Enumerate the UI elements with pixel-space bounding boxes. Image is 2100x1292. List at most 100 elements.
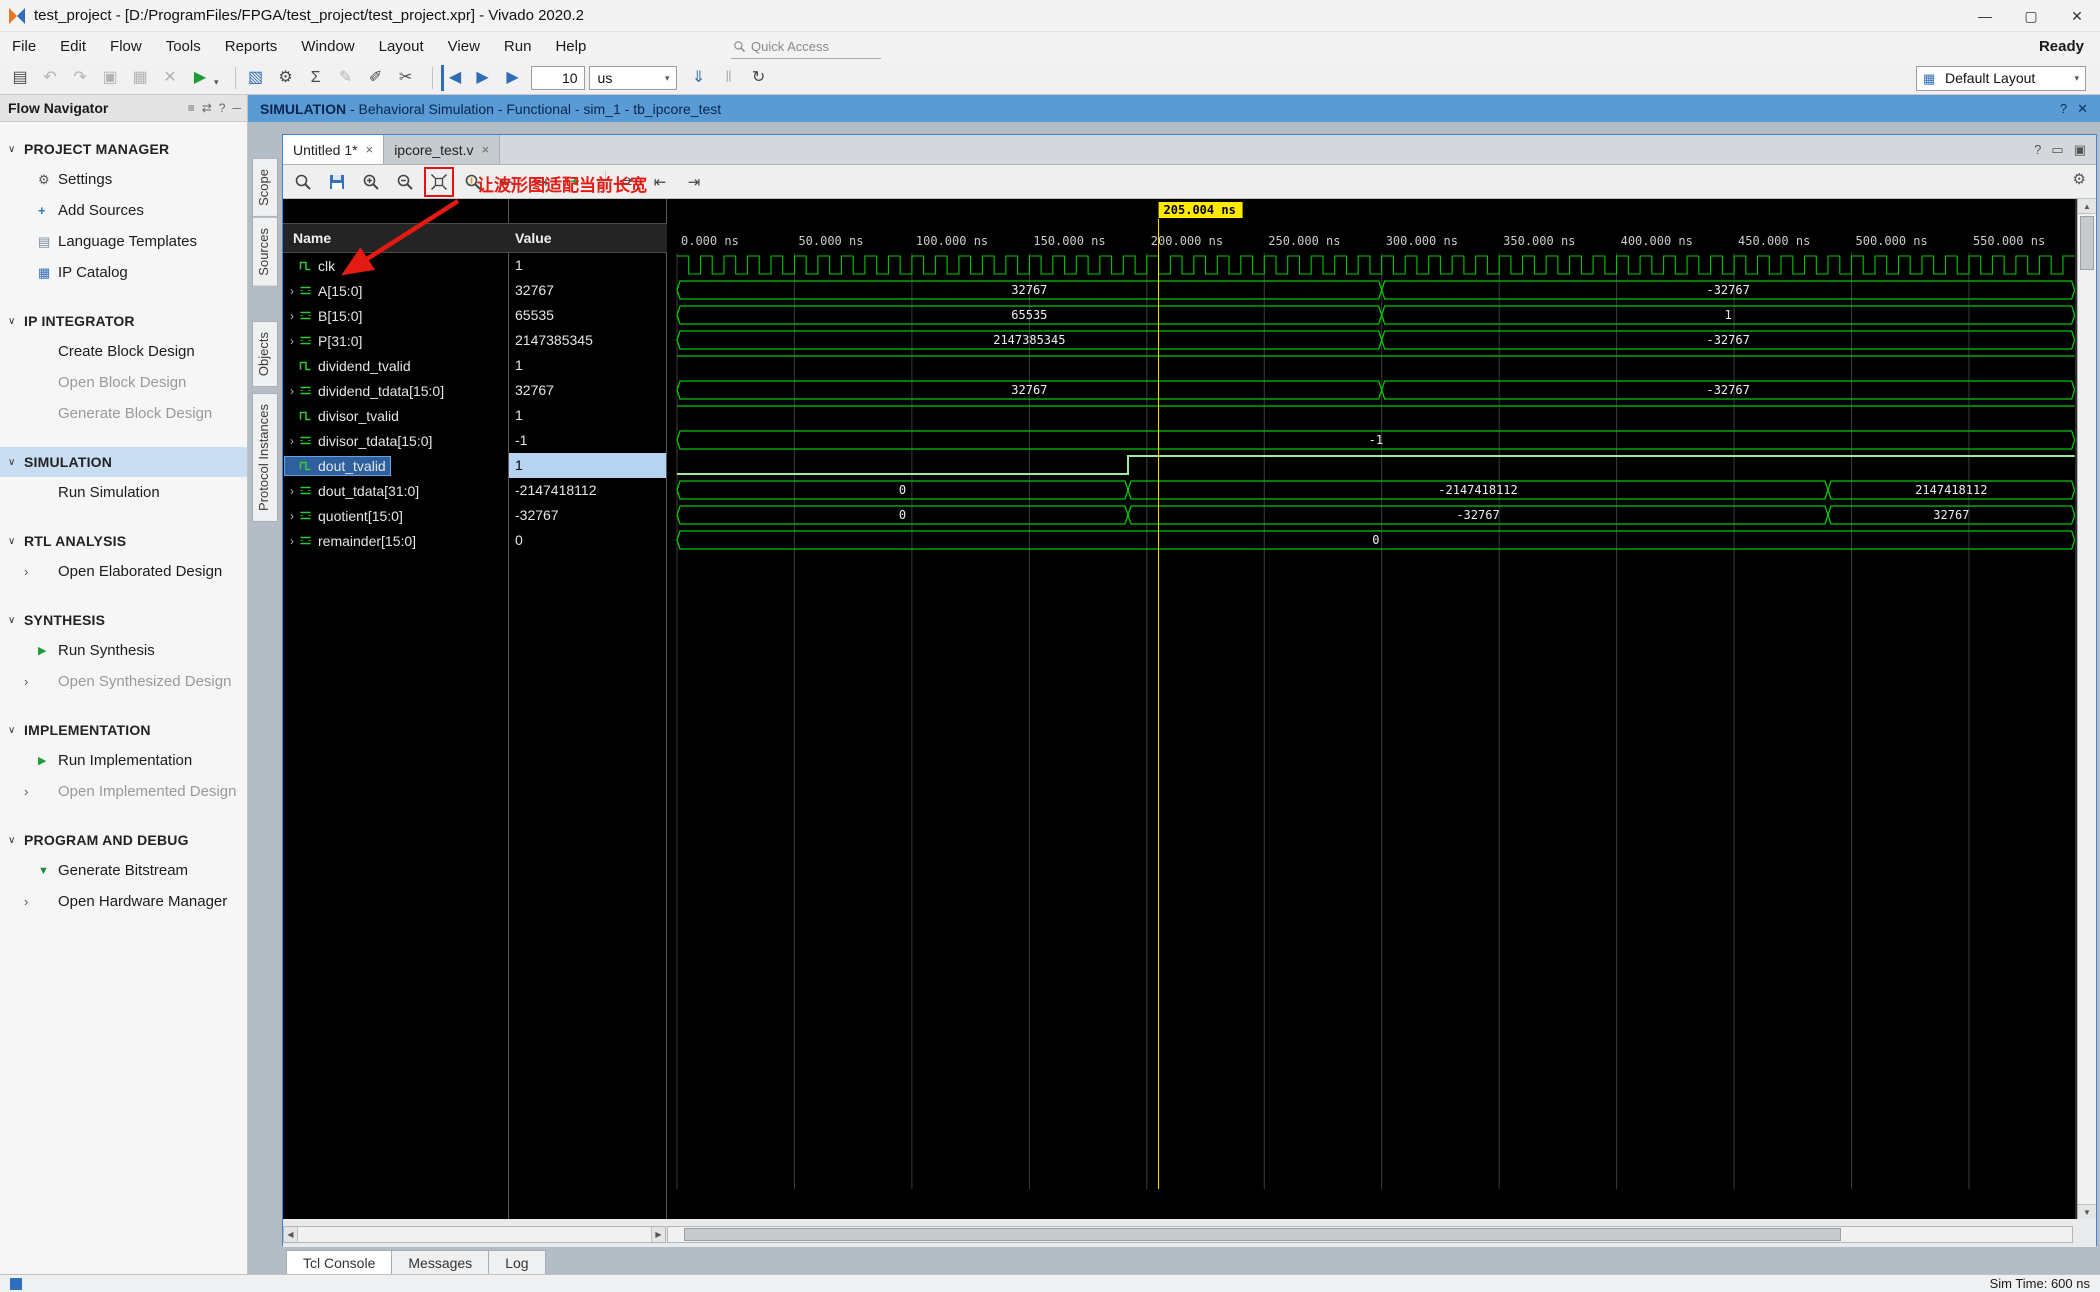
side-tab-scope[interactable]: Scope bbox=[252, 158, 278, 217]
goto-next-transition-button[interactable]: ⇥ bbox=[529, 170, 553, 194]
close-icon[interactable]: × bbox=[482, 142, 490, 157]
tab-log[interactable]: Log bbox=[489, 1250, 546, 1276]
report-button[interactable]: ▧ bbox=[244, 65, 268, 91]
copy-button[interactable]: ▣ bbox=[98, 65, 122, 91]
chevron-right-icon[interactable]: › bbox=[285, 309, 299, 323]
wave-canvas[interactable]: 0.000 ns 50.000 ns 100.000 ns 150.000 ns 200… bbox=[667, 199, 2075, 1189]
menu-reports[interactable]: Reports bbox=[213, 32, 290, 62]
nav-item-create-block-design[interactable]: Create Block Design bbox=[0, 336, 247, 367]
menu-window[interactable]: Window bbox=[289, 32, 366, 62]
quick-access-search[interactable]: Quick Access bbox=[731, 35, 881, 59]
names-horizontal-scrollbar[interactable]: ◀ ▶ bbox=[283, 1226, 666, 1243]
sum-button[interactable]: Σ bbox=[304, 65, 328, 91]
settings-gear-icon[interactable]: ⚙ bbox=[274, 65, 298, 91]
nav-section-program-and-debug[interactable]: ∨ PROGRAM AND DEBUG bbox=[0, 825, 247, 855]
save-wave-config-button[interactable] bbox=[325, 170, 349, 194]
swap-cursors-button[interactable]: ⇄ bbox=[614, 170, 638, 194]
menu-view[interactable]: View bbox=[436, 32, 492, 62]
goto-end-button[interactable]: ⇥ bbox=[682, 170, 706, 194]
scrollbar-thumb[interactable] bbox=[2080, 216, 2094, 270]
nav-item-open-elaborated-design[interactable]: › Open Elaborated Design bbox=[0, 556, 247, 587]
wave-vertical-scrollbar[interactable]: ▲ ▼ bbox=[2077, 199, 2096, 1219]
nav-section-project-manager[interactable]: ∨ PROJECT MANAGER bbox=[0, 134, 247, 164]
goto-prev-transition-button[interactable]: ⇤ bbox=[495, 170, 519, 194]
scroll-down-icon[interactable]: ▼ bbox=[2078, 1204, 2096, 1219]
chevron-right-icon[interactable]: › bbox=[285, 484, 299, 498]
scroll-right-icon[interactable]: ▶ bbox=[651, 1227, 665, 1242]
context-help-icon[interactable]: ? bbox=[2060, 101, 2067, 117]
chevron-right-icon[interactable]: › bbox=[285, 534, 299, 548]
tab-untitled-1[interactable]: Untitled 1* × bbox=[283, 135, 385, 164]
chevron-right-icon[interactable]: › bbox=[285, 434, 299, 448]
signal-row-b-15-0[interactable]: › B[15:0] 65535 bbox=[283, 303, 667, 328]
minimize-icon[interactable]: — bbox=[1962, 0, 2008, 32]
signal-row-dividend-tdata-15-0[interactable]: › dividend_tdata[15:0] 32767 bbox=[283, 378, 667, 403]
nav-help-icon[interactable]: ? bbox=[219, 101, 226, 115]
close-icon[interactable]: × bbox=[366, 142, 374, 157]
chevron-right-icon[interactable]: › bbox=[285, 334, 299, 348]
nav-item-run-simulation[interactable]: Run Simulation bbox=[0, 477, 247, 508]
zoom-in-button[interactable] bbox=[359, 170, 383, 194]
nav-item-run-implementation[interactable]: ▶ Run Implementation bbox=[0, 745, 247, 776]
sim-pause-button[interactable]: ‖ bbox=[717, 65, 741, 91]
signal-row-remainder-15-0[interactable]: › remainder[15:0] 0 bbox=[283, 528, 667, 553]
open-recent-button[interactable]: ▤ bbox=[8, 65, 32, 91]
signal-row-dividend-tvalid[interactable]: dividend_tvalid 1 bbox=[283, 353, 667, 378]
run-flow-button[interactable]: ▶ bbox=[188, 65, 212, 91]
zoom-fit-button[interactable] bbox=[424, 166, 454, 197]
menu-run[interactable]: Run bbox=[492, 32, 544, 62]
close-icon[interactable]: ✕ bbox=[2054, 0, 2100, 32]
nav-item-run-synthesis[interactable]: ▶ Run Synthesis bbox=[0, 635, 247, 666]
zoom-to-cursor-button[interactable] bbox=[461, 170, 485, 194]
side-tab-sources[interactable]: Sources bbox=[252, 216, 278, 287]
nav-menu-icon[interactable]: ≡ bbox=[188, 101, 195, 115]
nav-item-generate-block-design[interactable]: Generate Block Design bbox=[0, 398, 247, 429]
nav-item-settings[interactable]: ⚙ Settings bbox=[0, 164, 247, 195]
nav-section-ip-integrator[interactable]: ∨ IP INTEGRATOR bbox=[0, 306, 247, 336]
nav-item-generate-bitstream[interactable]: ▼ Generate Bitstream bbox=[0, 855, 247, 886]
nav-section-synthesis[interactable]: ∨ SYNTHESIS bbox=[0, 605, 247, 635]
sim-time-input[interactable]: 10 bbox=[530, 66, 585, 90]
scroll-up-icon[interactable]: ▲ bbox=[2078, 199, 2096, 214]
tab-float-icon[interactable]: ▭ bbox=[2051, 142, 2063, 158]
sim-time-unit-select[interactable]: us ▾ bbox=[588, 66, 677, 90]
delete-button[interactable]: ✕ bbox=[158, 65, 182, 91]
sim-run-for-time-button[interactable]: ▶ bbox=[501, 65, 525, 91]
menu-file[interactable]: File bbox=[0, 32, 48, 62]
zoom-out-button[interactable] bbox=[393, 170, 417, 194]
tab-help-icon[interactable]: ? bbox=[2034, 142, 2041, 157]
layout-select[interactable]: ▦ Default Layout ▾ bbox=[1916, 66, 2086, 91]
nav-item-add-sources[interactable]: + Add Sources bbox=[0, 195, 247, 226]
tab-messages[interactable]: Messages bbox=[392, 1250, 490, 1276]
scrollbar-thumb[interactable] bbox=[684, 1228, 1841, 1241]
add-signal-button[interactable]: + bbox=[563, 170, 587, 194]
chevron-right-icon[interactable]: › bbox=[285, 284, 299, 298]
menu-flow[interactable]: Flow bbox=[98, 32, 154, 62]
nav-item-open-block-design[interactable]: Open Block Design bbox=[0, 367, 247, 398]
signal-row-divisor-tvalid[interactable]: divisor_tvalid 1 bbox=[283, 403, 667, 428]
cut-button[interactable]: ✂ bbox=[394, 65, 418, 91]
side-tab-objects[interactable]: Objects bbox=[252, 320, 278, 387]
maximize-icon[interactable]: ▢ bbox=[2008, 0, 2054, 32]
sim-restart-button[interactable]: ◀ bbox=[440, 65, 465, 91]
goto-start-button[interactable]: ⇤ bbox=[648, 170, 672, 194]
signal-row-quotient-15-0[interactable]: › quotient[15:0] -32767 bbox=[283, 503, 667, 528]
signal-row-a-15-0[interactable]: › A[15:0] 32767 bbox=[283, 278, 667, 303]
nav-section-simulation[interactable]: ∨ SIMULATION bbox=[0, 447, 247, 477]
nav-section-rtl-analysis[interactable]: ∨ RTL ANALYSIS bbox=[0, 526, 247, 556]
edit-alt-button[interactable]: ✐ bbox=[364, 65, 388, 91]
context-close-icon[interactable]: ✕ bbox=[2077, 101, 2088, 117]
menu-tools[interactable]: Tools bbox=[154, 32, 213, 62]
paste-button[interactable]: ▦ bbox=[128, 65, 152, 91]
run-flow-caret-icon[interactable]: ▾ bbox=[214, 77, 219, 88]
nav-item-open-implemented-design[interactable]: › Open Implemented Design bbox=[0, 776, 247, 807]
chevron-right-icon[interactable]: › bbox=[285, 509, 299, 523]
nav-item-open-synthesized-design[interactable]: › Open Synthesized Design bbox=[0, 666, 247, 697]
signal-row-p-31-0[interactable]: › P[31:0] 2147385345 bbox=[283, 328, 667, 353]
tab-tcl-console[interactable]: Tcl Console bbox=[286, 1250, 393, 1276]
nav-swap-icon[interactable]: ⇄ bbox=[202, 101, 212, 115]
nav-item-ip-catalog[interactable]: ▦ IP Catalog bbox=[0, 257, 247, 288]
signal-row-dout-tvalid[interactable]: dout_tvalid 1 bbox=[283, 453, 667, 478]
signal-row-clk[interactable]: clk 1 bbox=[283, 253, 667, 278]
redo-button[interactable]: ↷ bbox=[68, 65, 92, 91]
